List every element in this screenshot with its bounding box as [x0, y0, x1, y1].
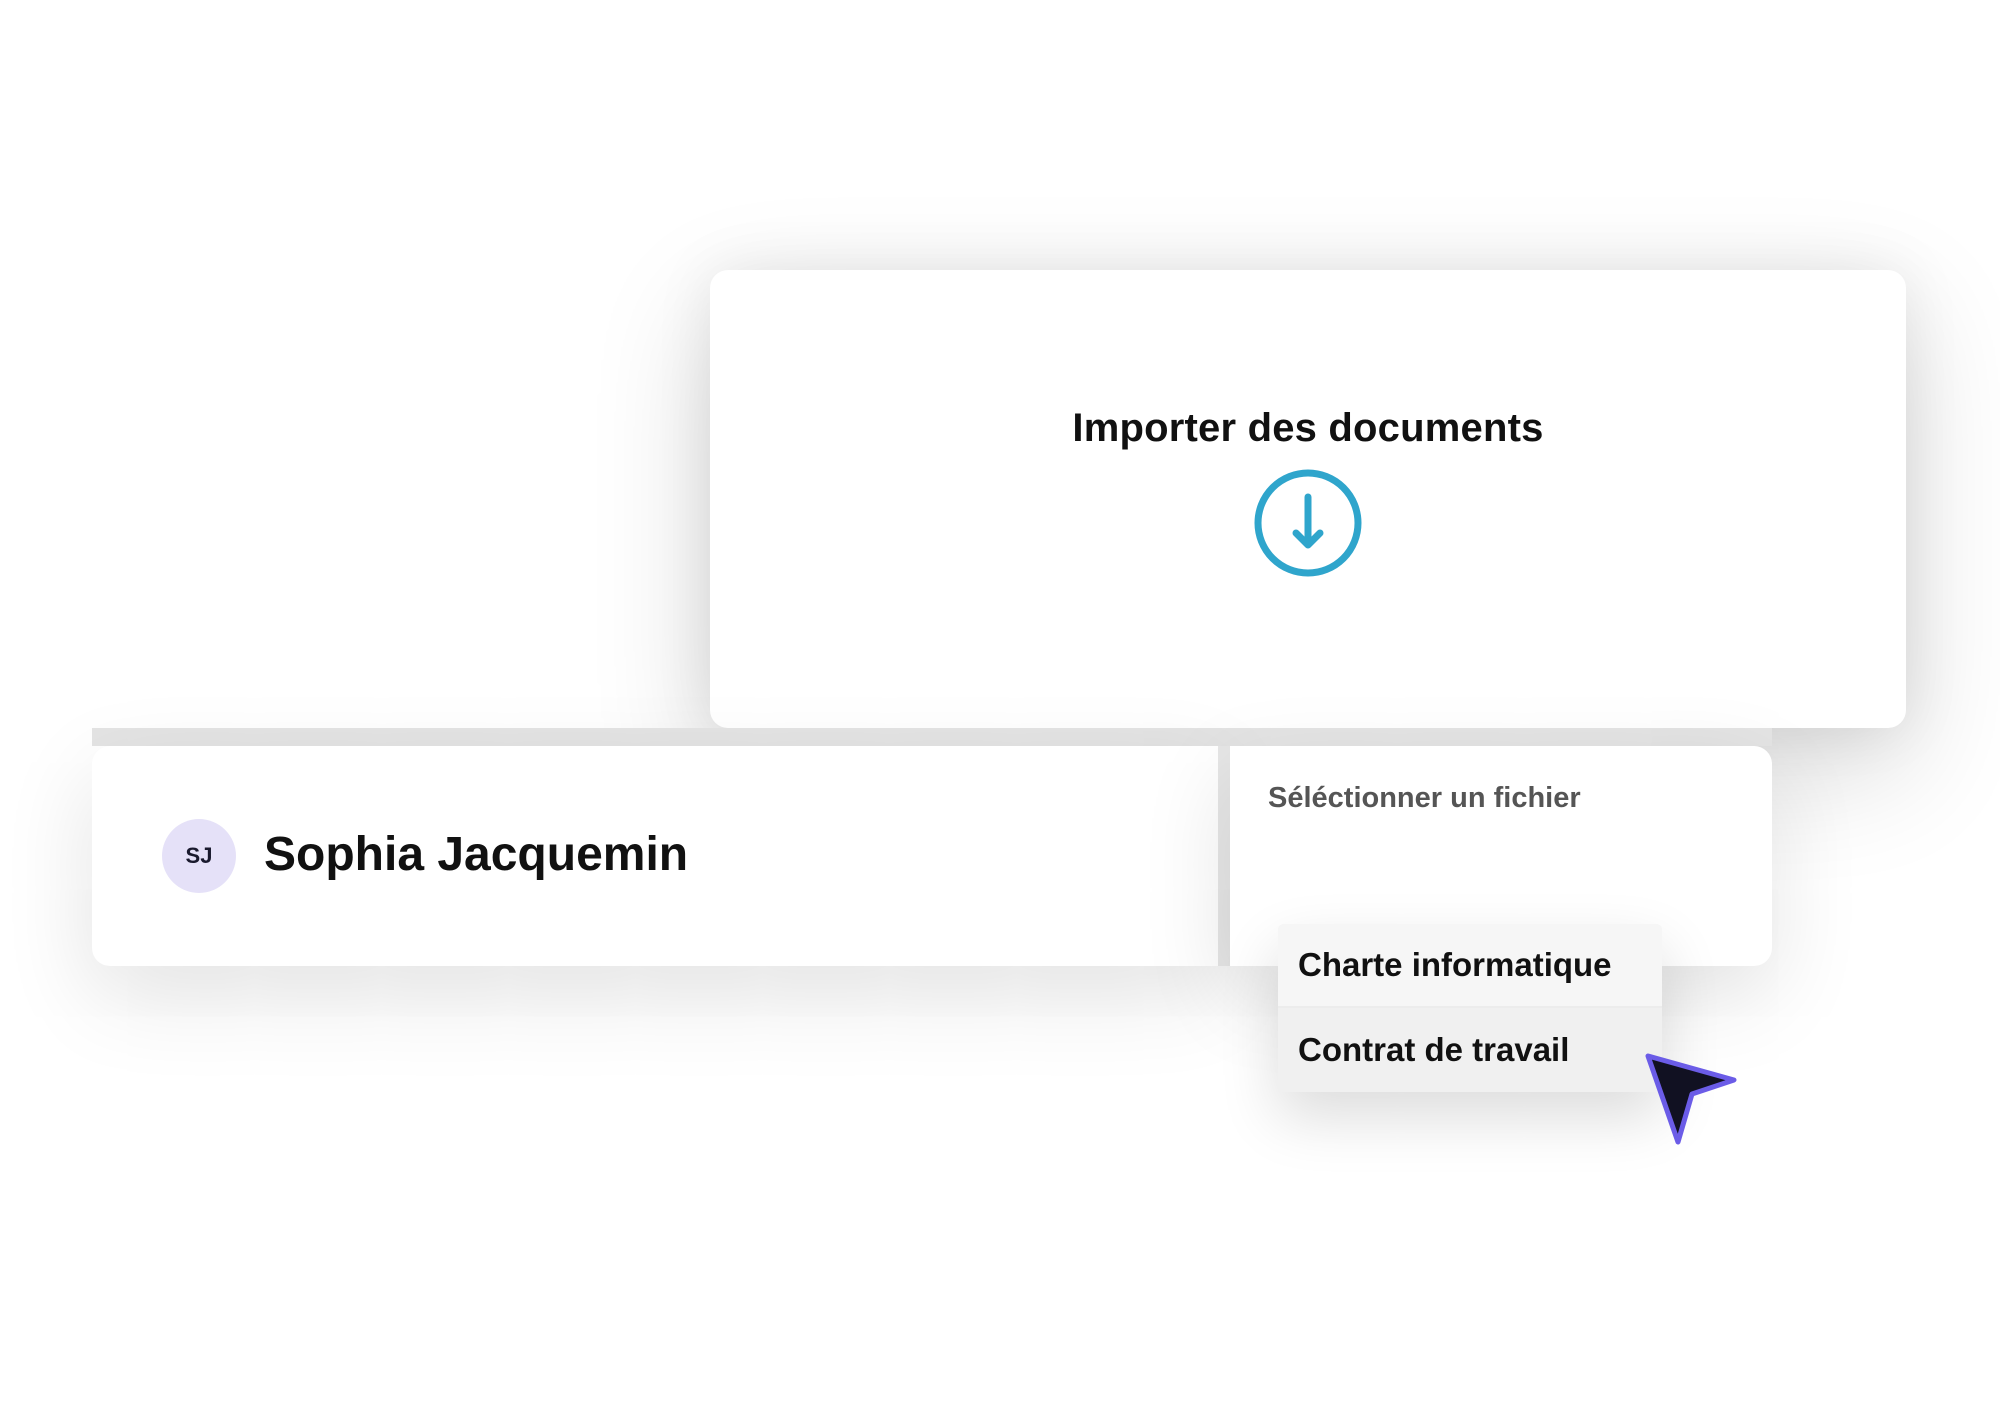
download-icon[interactable] [1252, 467, 1364, 579]
user-card: SJ Sophia Jacquemin [92, 746, 1218, 966]
dropdown-option-contrat[interactable]: Contrat de travail [1278, 1008, 1662, 1092]
file-dropdown[interactable]: Charte informatique Contrat de travail [1278, 924, 1662, 1092]
dropdown-option-charte[interactable]: Charte informatique [1278, 924, 1662, 1008]
pointer-cursor-icon [1645, 1053, 1737, 1145]
avatar: SJ [162, 819, 236, 893]
upload-title: Importer des documents [1072, 405, 1544, 450]
file-select-label: Séléctionner un fichier [1268, 782, 1581, 814]
card-divider [1218, 746, 1230, 966]
background-band [92, 728, 1772, 746]
user-name: Sophia Jacquemin [264, 828, 689, 881]
upload-card[interactable]: Importer des documents [710, 270, 1906, 728]
